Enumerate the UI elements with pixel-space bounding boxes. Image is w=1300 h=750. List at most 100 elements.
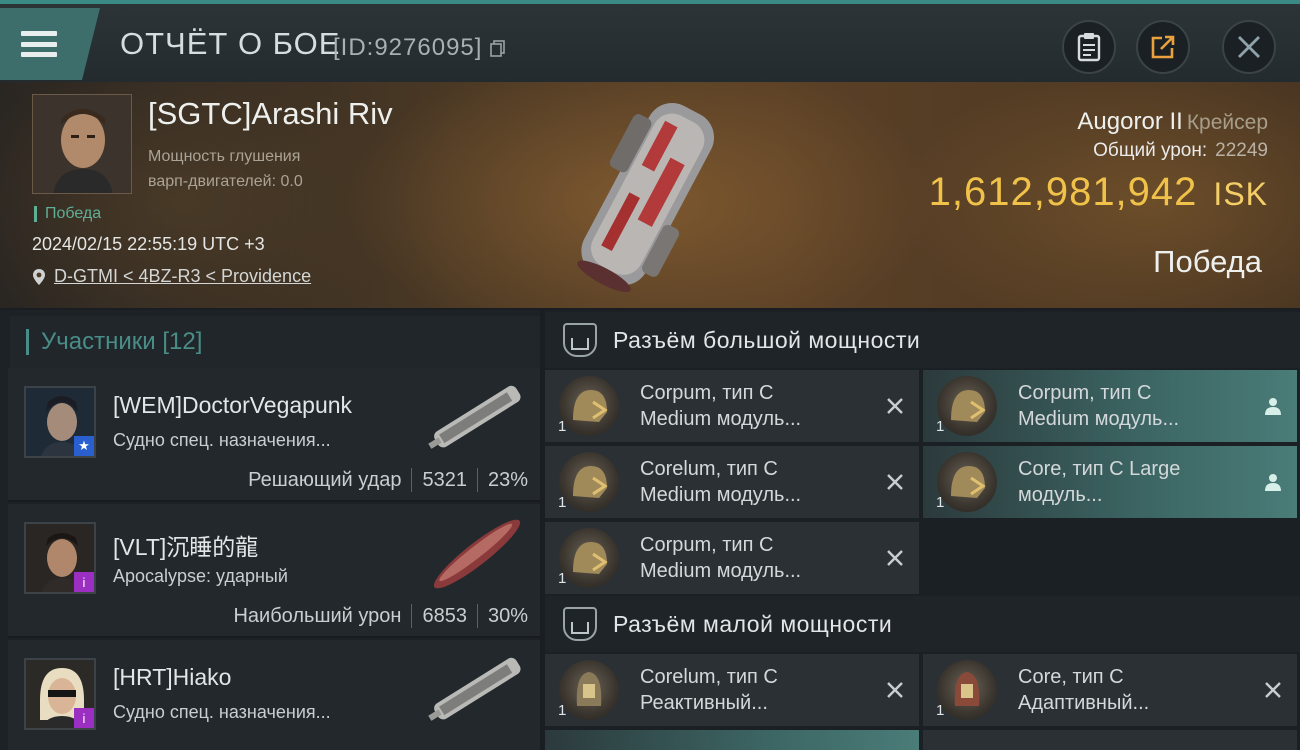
total-damage: Общий урон: 22249 — [1093, 140, 1268, 162]
module-item[interactable]: 1 Core, тип C Large модуль... — [923, 446, 1297, 518]
kill-datetime: 2024/02/15 22:55:19 UTC +3 — [32, 234, 265, 254]
low-slot-icon — [563, 607, 597, 641]
isk-unit: ISK — [1213, 176, 1268, 212]
hamburger-icon — [21, 31, 57, 57]
module-name: Core, тип C — [1018, 666, 1124, 688]
avatar: i — [24, 658, 96, 730]
kill-location[interactable]: D-GTMI < 4BZ-R3 < Providence — [32, 266, 311, 287]
participant-percent: 30% — [487, 604, 528, 627]
module-name: Corelum, тип C — [640, 458, 778, 480]
location-link[interactable]: D-GTMI < 4BZ-R3 < Providence — [54, 266, 311, 287]
participant-name: [VLT]沉睡的龍 — [113, 534, 259, 560]
module-desc: Medium модуль... — [640, 408, 802, 430]
close-icon — [1238, 36, 1260, 58]
module-name: Corpum, тип C — [1018, 382, 1152, 404]
module-qty: 1 — [936, 494, 945, 511]
report-id: [ID:9276095] — [333, 34, 483, 61]
participants-header[interactable]: Участники [12] — [10, 316, 540, 368]
participant-row[interactable]: ★ [WEM]DoctorVegapunk Судно спец. назнач… — [8, 368, 540, 502]
destroyed-x-icon — [887, 682, 903, 698]
participant-name: [HRT]Hiako — [113, 664, 232, 690]
participant-ship-image — [428, 657, 521, 721]
participant-damage: 5321 — [422, 468, 467, 491]
participant-ship: Apocalypse: ударный — [113, 566, 288, 586]
person-icon — [1265, 474, 1281, 491]
person-icon — [1265, 398, 1281, 415]
high-slot-header: Разъём большой мощности — [545, 312, 1300, 368]
module-name: Corelum, тип C — [640, 666, 778, 688]
victim-banner: [SGTC]Arashi Riv Мощность глушения варп-… — [0, 82, 1300, 308]
close-button[interactable] — [1222, 20, 1276, 74]
module-desc: Реактивный... — [640, 692, 768, 714]
module-qty: 1 — [936, 418, 945, 435]
destroyed-x-icon — [887, 398, 903, 414]
module-qty: 1 — [558, 494, 567, 511]
armor-module-icon — [559, 660, 619, 720]
participant-ship: Судно спец. назначения... — [113, 702, 331, 722]
helmet-module-icon — [559, 452, 619, 512]
module-desc: Medium модуль... — [640, 484, 802, 506]
module-qty: 1 — [558, 702, 567, 719]
participant-role: Решающий удар — [248, 468, 402, 491]
module-qty: 1 — [558, 570, 567, 587]
avatar: i — [24, 522, 96, 594]
badge-info-icon: i — [74, 708, 94, 728]
module-desc: Medium модуль... — [1018, 408, 1180, 430]
module-item[interactable]: 1 Corelum, тип C Реактивный... — [545, 654, 919, 726]
participant-row[interactable]: i [HRT]Hiako Судно спец. назначения... — [8, 640, 540, 750]
participant-damage: 6853 — [422, 604, 467, 627]
module-item[interactable] — [923, 730, 1297, 750]
module-qty: 1 — [936, 702, 945, 719]
module-qty: 1 — [558, 418, 567, 435]
helmet-module-icon — [937, 376, 997, 436]
module-item[interactable]: 1 Corpum, тип C Medium модуль... — [545, 370, 919, 442]
participant-percent: 23% — [487, 468, 528, 491]
copy-icon[interactable] — [490, 40, 506, 58]
low-slot-header: Разъём малой мощности — [545, 596, 1300, 652]
participant-stats: Решающий удар 5321 23% — [248, 468, 528, 492]
warp-jam-label: Мощность глушения варп-двигателей: 0.0 — [148, 144, 303, 194]
helmet-module-icon — [559, 528, 619, 588]
clipboard-icon — [1077, 33, 1101, 62]
victim-portrait[interactable] — [32, 94, 132, 194]
module-item[interactable] — [545, 730, 919, 750]
participant-ship-image — [428, 385, 521, 449]
victim-ship-name: Augoror II Крейсер — [1077, 108, 1268, 136]
participant-stats: Наибольший урон 6853 30% — [233, 604, 528, 628]
share-icon — [1151, 35, 1175, 59]
module-item[interactable]: 1 Core, тип C Адаптивный... — [923, 654, 1297, 726]
participant-role: Наибольший урон — [233, 604, 402, 627]
low-slot-title: Разъём малой мощности — [613, 610, 893, 637]
module-name: Corpum, тип C — [640, 382, 774, 404]
participant-name: [WEM]DoctorVegapunk — [113, 392, 353, 418]
participant-ship-image — [433, 519, 521, 589]
armor-module-icon — [937, 660, 997, 720]
location-pin-icon — [33, 268, 45, 285]
helmet-module-icon — [937, 452, 997, 512]
participant-row[interactable]: i [VLT]沉睡的龍 Apocalypse: ударный Наибольш… — [8, 504, 540, 638]
module-desc: Medium модуль... — [640, 560, 802, 582]
helmet-module-icon — [559, 376, 619, 436]
high-slot-icon — [563, 323, 597, 357]
participant-ship: Судно спец. назначения... — [113, 430, 331, 450]
isk-amount: 1,612,981,942 — [928, 170, 1198, 214]
status-badge: Победа — [34, 206, 101, 222]
participants-title: Участники [12] — [26, 329, 202, 355]
avatar: ★ — [24, 386, 96, 458]
destroyed-x-icon — [887, 474, 903, 490]
module-desc: Адаптивный... — [1018, 692, 1150, 714]
menu-button[interactable] — [0, 8, 100, 80]
total-damage-label: Общий урон: — [1093, 140, 1208, 161]
victim-name[interactable]: [SGTC]Arashi Riv — [148, 96, 393, 132]
destroyed-x-icon — [1265, 682, 1281, 698]
share-button[interactable] — [1136, 20, 1190, 74]
destroyed-x-icon — [887, 550, 903, 566]
pilot-face-icon — [33, 95, 131, 193]
isk-value: 1,612,981,942 ISK — [929, 170, 1268, 215]
module-item[interactable]: 1 Corelum, тип C Medium модуль... — [545, 446, 919, 518]
module-item[interactable]: 1 Corpum, тип C Medium модуль... — [545, 522, 919, 594]
clipboard-button[interactable] — [1062, 20, 1116, 74]
module-name: Corpum, тип C — [640, 534, 774, 556]
ship-class: Крейсер — [1186, 111, 1268, 134]
module-item[interactable]: 1 Corpum, тип C Medium модуль... — [923, 370, 1297, 442]
